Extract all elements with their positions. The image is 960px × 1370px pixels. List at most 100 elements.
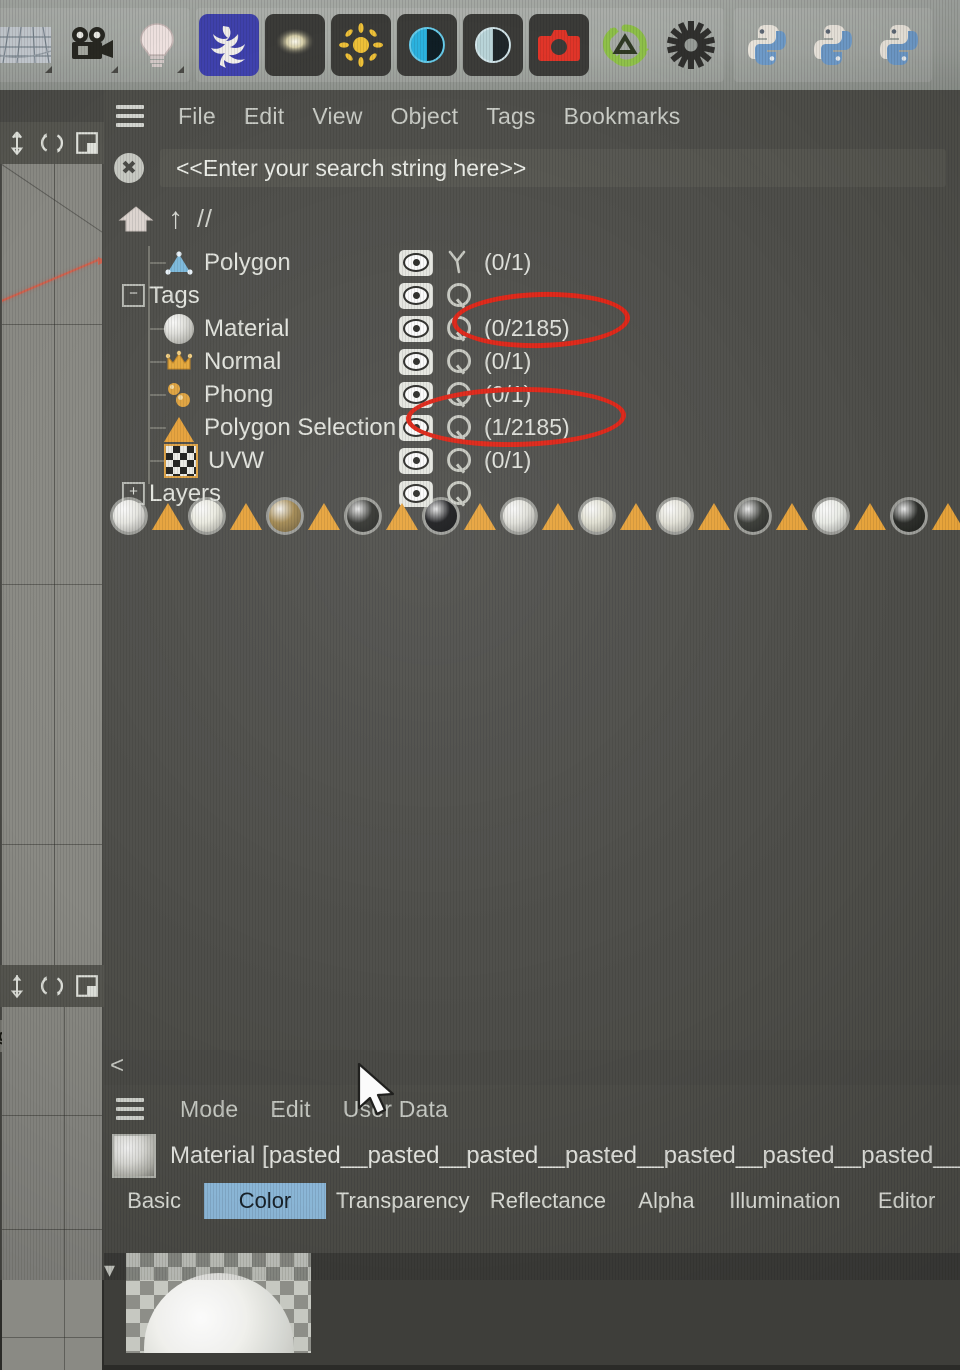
selection-tag-swatch[interactable] (776, 502, 808, 530)
menu-item-mode[interactable]: Mode (164, 1096, 254, 1123)
material-swatch[interactable] (581, 500, 613, 532)
tree-item-normal[interactable]: Normal (0/1) (104, 345, 960, 378)
chevron-down-icon[interactable]: ▾ (104, 1253, 126, 1283)
selection-tag-swatch[interactable] (542, 502, 574, 530)
tab-editor[interactable]: Editor (853, 1183, 960, 1219)
tree-item-polygon[interactable]: Polygon (0/1) (104, 246, 960, 279)
magnifier-icon[interactable] (444, 446, 474, 476)
tree-item-uvw[interactable]: UVW (0/1) (104, 443, 960, 478)
tree-item-polygon-selection[interactable]: Polygon Selection (1/2185) (104, 411, 960, 444)
selection-tag-swatch[interactable] (152, 502, 184, 530)
rotate-axis-icon[interactable] (39, 130, 65, 156)
perspective-viewport-bottom[interactable] (2, 1007, 102, 1370)
tree-group-tags[interactable]: − Tags (104, 279, 960, 312)
scroll-left-chevron-icon[interactable]: < (110, 1052, 124, 1080)
tab-illumination[interactable]: Illumination (716, 1183, 853, 1219)
tree-item-label: UVW (208, 446, 264, 474)
menu-item-tags[interactable]: Tags (472, 103, 549, 130)
redshift-logo-icon[interactable] (199, 14, 259, 76)
light-bulb-icon[interactable] (127, 14, 187, 76)
menu-item-object[interactable]: Object (377, 103, 473, 130)
tab-alpha[interactable]: Alpha (616, 1183, 716, 1219)
selection-tag-swatch[interactable] (854, 502, 886, 530)
close-icon[interactable]: ✖ (114, 153, 144, 183)
selection-tag-swatch[interactable] (932, 502, 960, 530)
move-axis-icon[interactable] (4, 973, 30, 999)
visibility-icon[interactable] (399, 348, 433, 375)
tree-item-phong[interactable]: Phong (0/1) (104, 378, 960, 411)
visibility-icon[interactable] (399, 414, 433, 441)
tab-transparency[interactable]: Transparency (326, 1183, 480, 1219)
perspective-viewport-top[interactable] (2, 164, 102, 1004)
material-swatch[interactable] (269, 500, 301, 532)
gear-icon[interactable] (661, 14, 721, 76)
tree-item-label: Phong (204, 380, 274, 408)
move-axis-icon[interactable] (4, 130, 30, 156)
menu-item-file[interactable]: File (164, 103, 230, 130)
python-icon[interactable] (869, 14, 929, 76)
material-swatch[interactable] (503, 500, 535, 532)
camera-red-icon[interactable] (529, 14, 589, 76)
python-icon[interactable] (803, 14, 863, 76)
tree-item-label: Normal (204, 347, 282, 375)
material-swatch[interactable] (659, 500, 691, 532)
material-swatch[interactable] (113, 500, 145, 532)
menu-item-edit[interactable]: Edit (254, 1096, 326, 1123)
up-arrow-icon[interactable]: ↑ (168, 204, 183, 234)
visibility-icon[interactable] (399, 381, 433, 408)
selection-tag-swatch[interactable] (386, 502, 418, 530)
phong-spheres-icon (164, 380, 194, 410)
visibility-icon[interactable] (399, 315, 433, 342)
selection-tag-swatch[interactable] (620, 502, 652, 530)
contrast-cyan-icon[interactable] (397, 14, 457, 76)
blurred-glow-icon[interactable] (265, 14, 325, 76)
sun-icon[interactable] (331, 14, 391, 76)
wrench-icon[interactable] (444, 248, 474, 278)
material-preview[interactable] (126, 1253, 311, 1353)
scale-axis-icon[interactable] (74, 973, 100, 999)
x-axis-arrow-icon (98, 257, 102, 265)
home-icon[interactable] (118, 204, 154, 234)
rotate-axis-icon[interactable] (39, 973, 65, 999)
selection-tag-swatch[interactable] (464, 502, 496, 530)
menu-item-bookmarks[interactable]: Bookmarks (550, 103, 695, 130)
axis-toolbar-top (0, 122, 104, 164)
menu-item-view[interactable]: View (298, 103, 376, 130)
visibility-icon[interactable] (399, 282, 433, 309)
breadcrumb: ↑ // (104, 194, 960, 244)
magnifier-icon[interactable] (444, 281, 474, 311)
material-swatch[interactable] (191, 500, 223, 532)
magnifier-icon[interactable] (444, 413, 474, 443)
menu-icon[interactable] (116, 105, 144, 127)
tab-reflectance[interactable]: Reflectance (480, 1183, 617, 1219)
material-swatch-strip[interactable] (110, 492, 960, 540)
visibility-icon[interactable] (399, 447, 433, 474)
scale-axis-icon[interactable] (74, 130, 100, 156)
tree-item-label: Polygon (204, 248, 291, 276)
collapse-expander-icon[interactable]: − (122, 284, 145, 307)
contrast-pale-icon[interactable] (463, 14, 523, 76)
magnifier-icon[interactable] (444, 347, 474, 377)
recycle-green-icon[interactable] (595, 14, 655, 76)
tab-basic[interactable]: Basic (104, 1183, 204, 1219)
visibility-icon[interactable] (399, 249, 433, 276)
menu-item-edit[interactable]: Edit (230, 103, 298, 130)
menu-icon[interactable] (116, 1098, 144, 1120)
selection-tag-swatch[interactable] (308, 502, 340, 530)
magnifier-icon[interactable] (444, 314, 474, 344)
material-swatch[interactable] (815, 500, 847, 532)
tree-item-material[interactable]: Material (0/2185) (104, 312, 960, 345)
search-input[interactable]: <<Enter your search string here>> (160, 149, 946, 187)
selection-tag-swatch[interactable] (698, 502, 730, 530)
material-swatch[interactable] (893, 500, 925, 532)
material-swatch[interactable] (347, 500, 379, 532)
magnifier-icon[interactable] (444, 380, 474, 410)
material-swatch[interactable] (425, 500, 457, 532)
material-swatch[interactable] (737, 500, 769, 532)
selection-tag-swatch[interactable] (230, 502, 262, 530)
grid-viewport-icon[interactable] (0, 14, 55, 76)
tab-color[interactable]: Color (204, 1183, 326, 1219)
camera-icon[interactable] (61, 14, 121, 76)
python-icon[interactable] (737, 14, 797, 76)
tab-label: Transparency (335, 1188, 470, 1213)
